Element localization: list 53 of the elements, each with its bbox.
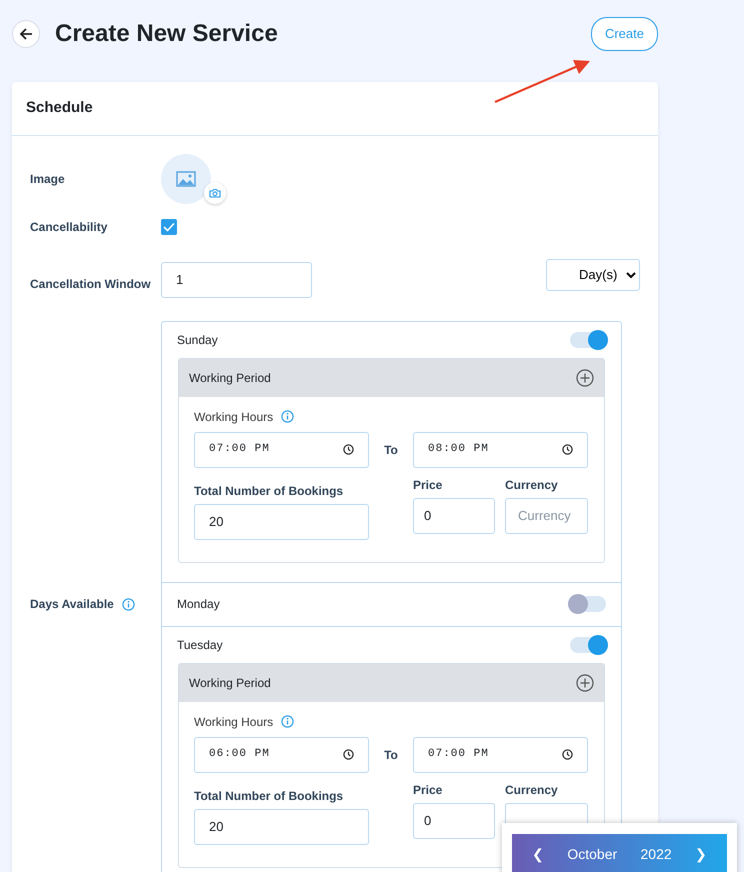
price-field[interactable]: 0	[413, 498, 495, 534]
info-icon[interactable]	[281, 715, 294, 728]
time-field[interactable]: 08:00 PM	[413, 432, 588, 468]
field-label: Price	[413, 782, 444, 798]
cancellation-window-field[interactable]: 1	[161, 262, 312, 298]
field-label: Price	[413, 476, 444, 494]
field-label: Working Hours	[194, 714, 274, 730]
checkbox[interactable]	[161, 218, 177, 234]
previous-month-button[interactable]: ❮	[532, 844, 544, 864]
field-label: Currency	[505, 782, 559, 798]
time-field[interactable]: 06:00 PM	[194, 736, 369, 772]
add-icon[interactable]	[576, 674, 594, 692]
camera-icon	[209, 188, 221, 198]
unit-select[interactable]: Day(s)	[546, 258, 640, 290]
bookings-field[interactable]: 20	[194, 504, 369, 540]
card-title: Schedule	[12, 82, 658, 136]
field-label: To	[383, 442, 399, 458]
add-icon[interactable]	[576, 368, 594, 386]
back-arrow-icon	[19, 27, 33, 41]
day-name: Tuesday	[177, 636, 223, 654]
month-label[interactable]: October	[567, 844, 618, 864]
field-label: To	[383, 746, 399, 764]
field-label: Image	[29, 170, 66, 188]
clock-icon	[343, 749, 354, 760]
page-title: Create New Service	[55, 20, 278, 48]
camera-button[interactable]	[204, 182, 226, 204]
image-icon	[176, 170, 196, 186]
info-icon[interactable]	[122, 598, 135, 610]
field-label: Total Number of Bookings	[194, 482, 344, 500]
price-field[interactable]: 0	[413, 802, 495, 838]
time-field[interactable]: 07:00 PM	[413, 736, 588, 772]
field-label: Currency	[505, 476, 559, 494]
section-title: Working Period	[189, 674, 271, 692]
field-label: Total Number of Bookings	[194, 788, 344, 804]
back-button[interactable]	[12, 20, 40, 48]
day-toggle[interactable]	[570, 636, 606, 652]
field-label: Working Hours	[194, 408, 274, 426]
currency-field[interactable]: Currency	[505, 498, 588, 534]
field-label: Cancellation Window	[29, 276, 152, 292]
day-toggle[interactable]	[570, 332, 606, 348]
day-name: Monday	[177, 596, 220, 613]
section-title: Working Period	[189, 370, 271, 386]
day-name: Sunday	[177, 332, 218, 348]
clock-icon	[343, 444, 354, 455]
clock-icon	[562, 444, 573, 455]
field-label: Cancellability	[29, 218, 108, 236]
field-label: Days Available	[30, 596, 114, 613]
info-icon[interactable]	[281, 410, 294, 423]
bookings-field[interactable]: 20	[194, 808, 369, 844]
clock-icon	[562, 749, 573, 760]
image-placeholder[interactable]	[161, 154, 211, 204]
time-field[interactable]: 07:00 PM	[194, 432, 369, 468]
day-toggle[interactable]	[570, 596, 606, 612]
